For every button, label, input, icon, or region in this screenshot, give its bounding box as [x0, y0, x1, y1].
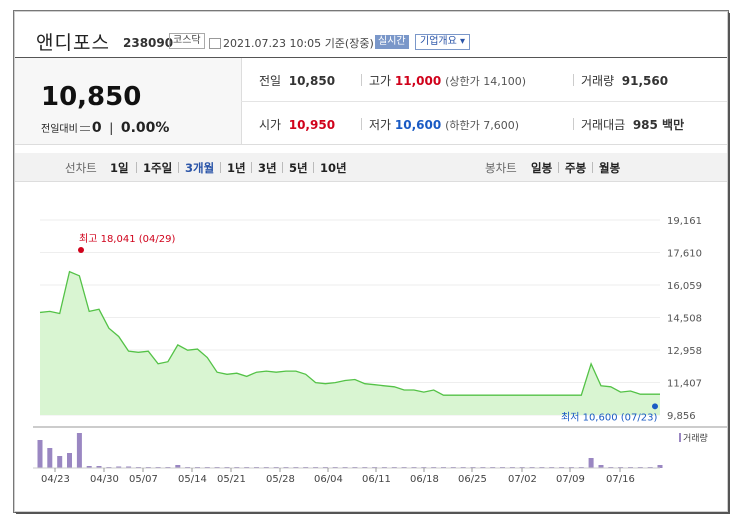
trade-amount: 거래대금 985 백만 [581, 118, 685, 132]
volume-legend-swatch [679, 433, 681, 442]
tab-1y[interactable]: 1년 [227, 160, 246, 176]
volume-bar [37, 440, 43, 468]
x-tick-label: 06/25 [458, 474, 487, 485]
change-percent: 0.00% [120, 120, 170, 136]
high-annotation: 최고 18,041 (04/29) [79, 233, 175, 245]
y-tick-label: 14,508 [667, 314, 702, 325]
x-tick-label: 07/09 [556, 474, 585, 485]
stock-code: 238090 [123, 36, 174, 50]
price-chart: 19,161 17,610 16,059 14,508 12,958 11,407 9,85… [33, 216, 727, 485]
tab-1w[interactable]: 1주일 [143, 160, 172, 176]
low-marker [652, 403, 658, 410]
high-price: 고가 11,000 (상한가 14,100) [369, 74, 526, 88]
company-overview-button[interactable]: 기업개요 ▾ [415, 34, 470, 50]
volume: 거래량 91,560 [581, 74, 669, 88]
y-tick-label: 16,059 [667, 281, 702, 292]
quote-summary: 10,850 전일대비 0 | 0.00% 전일 10,850 시가 10,950… [15, 57, 727, 145]
volume-bar [76, 433, 82, 468]
x-tick-label: 06/11 [362, 474, 391, 485]
y-tick-label: 9,856 [667, 411, 696, 422]
x-tick-label: 06/04 [314, 474, 343, 485]
stock-header: 앤디포스 238090 코스닥 2021.07.23 10:05 기준(장중) … [15, 12, 727, 57]
tab-10y[interactable]: 10년 [320, 160, 347, 176]
x-tick-label: 06/18 [410, 474, 439, 485]
tab-5y[interactable]: 5년 [289, 160, 308, 176]
volume-bar [67, 453, 72, 468]
current-price: 10,850 [41, 82, 142, 112]
volume-bar [47, 448, 53, 468]
calendar-icon [209, 38, 221, 49]
chart-period-tabs: 선차트 1일 1주일 3개월 1년 3년 5년 10년 봉차트 일봉 주봉 월봉 [15, 153, 727, 182]
volume-bar [588, 458, 594, 468]
y-tick-label: 11,407 [667, 379, 702, 390]
x-tick-label: 05/07 [129, 474, 158, 485]
volume-bar [57, 456, 63, 468]
y-tick-label: 19,161 [667, 216, 702, 227]
no-change-icon [79, 126, 90, 131]
line-chart-label: 선차트 [65, 161, 97, 175]
low-annotation: 최저 10,600 (07/23) [561, 411, 657, 423]
price-area [40, 271, 660, 415]
stock-name[interactable]: 앤디포스 [36, 28, 110, 55]
x-tick-label: 07/16 [606, 474, 635, 485]
x-tick-label: 04/23 [41, 474, 70, 485]
candle-chart-label: 봉차트 [485, 161, 517, 175]
high-marker [78, 247, 84, 253]
y-tick-label: 17,610 [667, 249, 702, 260]
current-price-panel: 10,850 전일대비 0 | 0.00% [15, 58, 242, 144]
x-tick-label: 05/21 [217, 474, 246, 485]
tab-1d[interactable]: 1일 [110, 160, 129, 176]
tab-weekly-candle[interactable]: 주봉 [565, 160, 586, 176]
tab-monthly-candle[interactable]: 월봉 [599, 160, 620, 176]
market-badge: 코스닥 [169, 33, 205, 49]
quote-datetime: 2021.07.23 10:05 기준(장중) [223, 37, 374, 50]
x-tick-label: 05/14 [178, 474, 207, 485]
realtime-button[interactable]: 실시간 [375, 35, 409, 49]
price-change: 전일대비 0 | 0.00% [41, 120, 170, 136]
tab-3y[interactable]: 3년 [258, 160, 277, 176]
tab-3m[interactable]: 3개월 [185, 160, 214, 176]
y-tick-label: 12,958 [667, 346, 702, 357]
x-tick-label: 05/28 [266, 474, 295, 485]
tab-daily-candle[interactable]: 일봉 [531, 160, 552, 176]
low-price: 저가 10,600 (하한가 7,600) [369, 118, 519, 132]
x-tick-label: 04/30 [90, 474, 119, 485]
open-price: 시가 10,950 [259, 118, 336, 132]
prev-close: 전일 10,850 [259, 74, 336, 88]
volume-legend: 거래량 [683, 432, 708, 444]
stock-widget: 앤디포스 238090 코스닥 2021.07.23 10:05 기준(장중) … [14, 11, 728, 512]
x-tick-label: 07/02 [508, 474, 537, 485]
